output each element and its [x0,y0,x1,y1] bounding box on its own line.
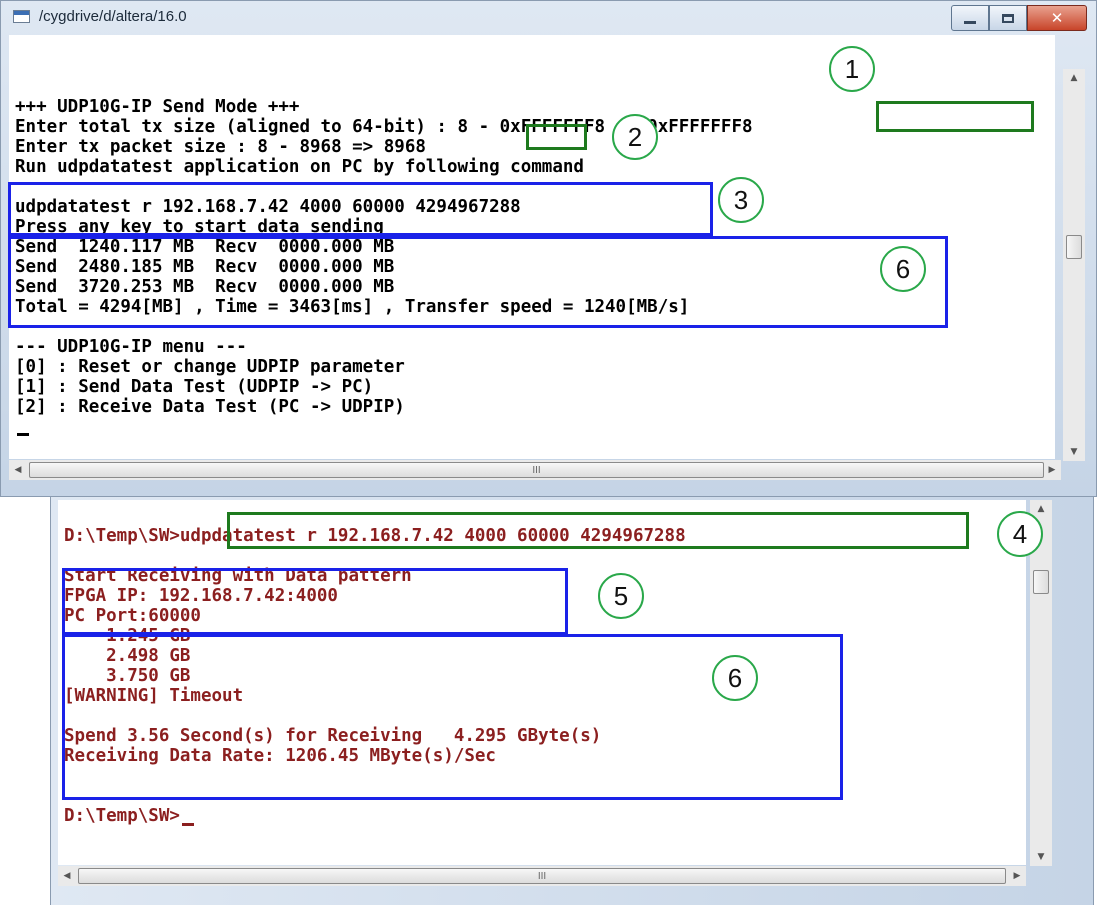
minimize-icon [964,20,976,24]
minimize-button[interactable] [951,5,989,31]
console-line: --- UDP10G-IP menu --- [15,337,247,357]
callout-5: 5 [598,573,644,619]
close-icon: ✕ [1050,9,1064,27]
console-line: +++ UDP10G-IP Send Mode +++ [15,97,300,117]
scroll-down-icon[interactable]: ▼ [1063,443,1085,461]
callout-6: 6 [712,655,758,701]
highlight-send-results [8,236,948,328]
scroll-thumb[interactable] [1066,235,1082,259]
console-line: [1] : Send Data Test (UDPIP -> PC) [15,377,374,397]
callout-6: 6 [880,246,926,292]
scroll-right-icon[interactable]: ▶ [1043,460,1061,480]
maximize-button[interactable] [989,5,1027,31]
vertical-scrollbar-top[interactable]: ▲ ▼ [1063,69,1085,461]
callout-3: 3 [718,177,764,223]
console-line: [2] : Receive Data Test (PC -> UDPIP) [15,397,405,417]
app-icon[interactable] [13,10,30,23]
vertical-scrollbar-bottom[interactable]: ▲ ▼ [1030,500,1052,866]
scroll-grip: III [532,464,541,476]
console-line: Run udpdatatest application on PC by fol… [15,157,584,177]
console-line: [0] : Reset or change UDPIP parameter [15,357,405,377]
callout-1: 1 [829,46,875,92]
close-button[interactable]: ✕ [1027,5,1087,31]
highlight-command [8,182,713,236]
scroll-grip: III [537,870,547,882]
horizontal-scrollbar-bottom[interactable]: ◀ III ▶ [58,866,1026,886]
scroll-left-icon[interactable]: ◀ [9,460,27,480]
callout-4: 4 [997,511,1043,557]
highlight-receive-info [62,568,568,635]
text-cursor [17,433,29,436]
scroll-thumb[interactable] [1033,570,1049,594]
scroll-thumb[interactable]: III [78,868,1006,884]
text-cursor [182,823,194,826]
console-line: Enter tx packet size : 8 - 8968 => 8968 [15,137,426,157]
highlight-pc-command [227,512,969,549]
horizontal-scrollbar-top[interactable]: ◀ III ▶ [9,460,1061,480]
highlight-packet-size [526,124,587,150]
callout-2: 2 [612,114,658,160]
scroll-thumb[interactable]: III [29,462,1044,478]
title-bar[interactable]: /cygdrive/d/altera/16.0 ✕ [1,1,1096,35]
window-title: /cygdrive/d/altera/16.0 [39,8,187,25]
scroll-up-icon[interactable]: ▲ [1063,69,1085,87]
scroll-down-icon[interactable]: ▼ [1030,848,1052,866]
highlight-total-size [876,101,1034,132]
console-line: D:\Temp\SW> [64,806,180,826]
scroll-left-icon[interactable]: ◀ [58,866,76,886]
maximize-icon [1002,13,1014,23]
scroll-right-icon[interactable]: ▶ [1008,866,1026,886]
